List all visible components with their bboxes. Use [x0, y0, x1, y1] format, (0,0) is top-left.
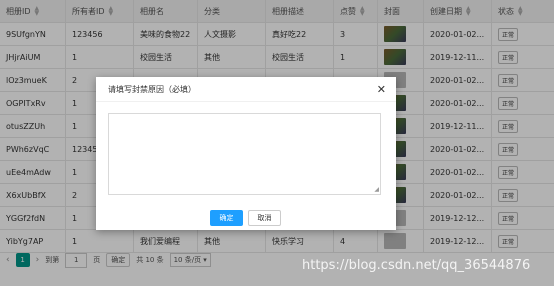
confirm-button[interactable]: 确定 — [210, 210, 243, 226]
resize-handle-icon[interactable]: ◢ — [374, 186, 379, 193]
ban-reason-textarea[interactable]: ◢ — [108, 113, 381, 195]
dialog-title: 请填写封禁原因（必填） — [96, 77, 396, 102]
ban-reason-dialog: 请填写封禁原因（必填） ✕ ◢ 确定 取消 — [96, 77, 396, 230]
cancel-button[interactable]: 取消 — [248, 210, 281, 226]
watermark: https://blog.csdn.net/qq_36544876 — [302, 258, 531, 273]
close-icon[interactable]: ✕ — [377, 83, 386, 96]
